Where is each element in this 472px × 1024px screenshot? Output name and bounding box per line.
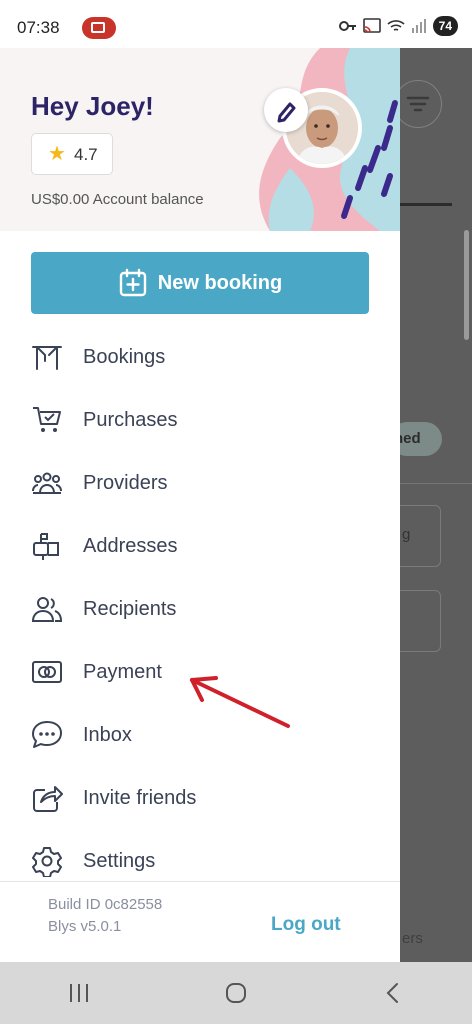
- recipients-icon: [31, 597, 63, 622]
- home-button[interactable]: [216, 973, 256, 1013]
- new-booking-label: New booking: [157, 271, 283, 294]
- providers-icon: [32, 472, 62, 494]
- background-card: [400, 590, 441, 652]
- app-version: Blys v5.0.1: [48, 918, 122, 935]
- logout-button[interactable]: Log out: [271, 914, 341, 936]
- status-icons: 74: [338, 16, 458, 36]
- recent-apps-button[interactable]: [59, 973, 99, 1013]
- back-button[interactable]: [373, 973, 413, 1013]
- menu-item-providers[interactable]: Providers: [31, 463, 371, 503]
- share-icon: [33, 786, 63, 812]
- background-footer-text: ers: [402, 930, 423, 947]
- background-tab-indicator: [400, 203, 452, 206]
- menu-label: Inbox: [83, 723, 132, 746]
- background-scrollbar: [464, 230, 469, 340]
- cast-icon: [362, 18, 381, 33]
- payment-icon: [32, 661, 62, 683]
- signal-icon: [411, 19, 426, 33]
- menu-label: Payment: [83, 660, 162, 683]
- greeting: Hey Joey!: [31, 91, 154, 121]
- menu-label: Purchases: [83, 408, 178, 431]
- status-time: 07:38: [17, 18, 60, 37]
- recents-icon: [69, 984, 88, 1002]
- screen-record-icon: [82, 17, 116, 39]
- filter-icon: [394, 80, 442, 128]
- menu-item-addresses[interactable]: Addresses: [31, 526, 371, 566]
- mailbox-icon: [33, 533, 59, 560]
- menu-label: Bookings: [83, 345, 166, 368]
- pencil-icon: [277, 102, 296, 123]
- navigation-drawer: Hey Joey! ★ 4.7 US$0.00 Account balance: [0, 48, 400, 962]
- rating-badge: ★ 4.7: [31, 133, 113, 175]
- menu-label: Addresses: [83, 534, 178, 557]
- menu-label: Settings: [83, 849, 156, 872]
- wifi-icon: [387, 20, 405, 31]
- menu-label: Invite friends: [83, 786, 197, 809]
- menu-item-purchases[interactable]: Purchases: [31, 400, 371, 440]
- home-icon: [225, 983, 246, 1003]
- rating-value: 4.7: [74, 145, 98, 164]
- annotation-arrow-icon: [190, 676, 290, 728]
- background-divider: [400, 483, 472, 484]
- new-booking-button[interactable]: New booking: [31, 252, 369, 314]
- menu-label: Providers: [83, 471, 168, 494]
- profile-header: Hey Joey! ★ 4.7 US$0.00 Account balance: [0, 48, 400, 231]
- battery-indicator: 74: [432, 16, 458, 36]
- system-navigation-bar: [0, 962, 472, 1024]
- chat-icon: [32, 721, 62, 748]
- menu-label: Recipients: [83, 597, 177, 620]
- edit-profile-button[interactable]: [264, 88, 308, 132]
- menu-item-bookings[interactable]: Bookings: [31, 337, 371, 377]
- calendar-plus-icon: [119, 268, 146, 297]
- footer-divider: [0, 881, 400, 882]
- gear-icon: [32, 847, 62, 877]
- menu-item-invite-friends[interactable]: Invite friends: [31, 778, 371, 818]
- menu-item-recipients[interactable]: Recipients: [31, 589, 371, 629]
- cart-icon: [33, 407, 61, 432]
- bookings-icon: [32, 346, 62, 370]
- background-card-text: g: [402, 526, 411, 543]
- menu-item-settings[interactable]: Settings: [31, 841, 371, 881]
- back-icon: [386, 983, 399, 1003]
- account-balance: US$0.00 Account balance: [31, 191, 204, 208]
- status-bar: 07:38 74: [0, 0, 472, 48]
- key-icon: [338, 21, 356, 31]
- build-id: Build ID 0c82558: [48, 896, 163, 913]
- star-icon: ★: [48, 143, 66, 165]
